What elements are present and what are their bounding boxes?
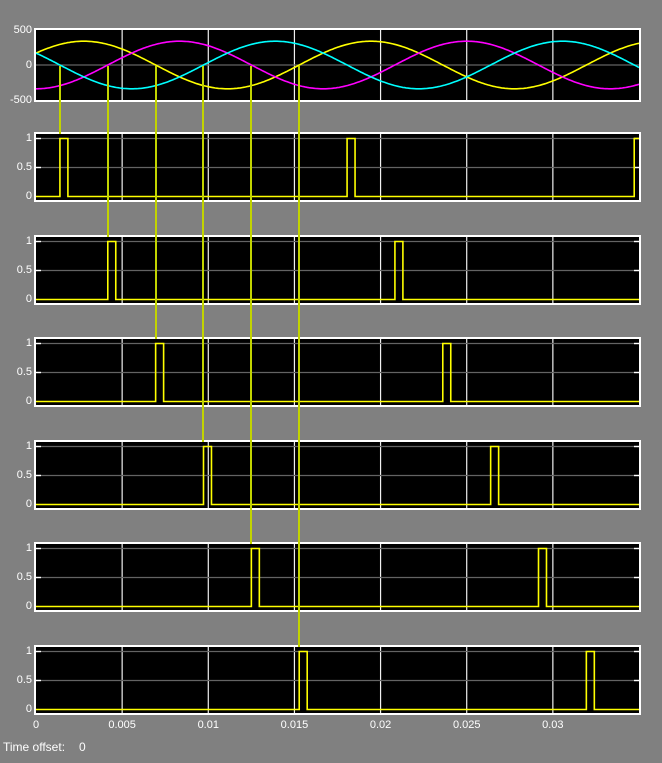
sync-connector-line bbox=[250, 66, 253, 544]
scope-window: Time offset: 0 500 0 -500 1 0.5 0 1 0.5 0 1 0.5 0 1 0.… bbox=[0, 0, 662, 763]
pulse3-waveform-canvas bbox=[36, 339, 639, 405]
xtick-label: 0.03 bbox=[542, 719, 564, 731]
ytick-label: 0.5 bbox=[16, 264, 32, 276]
ytick-label: 1 bbox=[25, 235, 32, 247]
scope-axes-pulse-2[interactable] bbox=[34, 235, 641, 305]
ytick-label: 0 bbox=[25, 498, 32, 510]
ytick-label: 0.5 bbox=[16, 571, 32, 583]
ytick-label: 500 bbox=[13, 23, 32, 36]
time-offset-label: Time offset: bbox=[3, 740, 66, 754]
time-offset-bar: Time offset: 0 bbox=[3, 740, 86, 754]
pulse2-waveform-canvas bbox=[36, 237, 639, 303]
scope-axes-pulse-6[interactable] bbox=[34, 645, 641, 715]
xtick-label: 0.01 bbox=[197, 719, 219, 731]
time-offset-value: 0 bbox=[79, 740, 86, 754]
ytick-label: 0.5 bbox=[16, 469, 32, 481]
ytick-label: 0 bbox=[25, 395, 32, 407]
pulse1-waveform-canvas bbox=[36, 134, 639, 200]
scope-axes-pulse-5[interactable] bbox=[34, 542, 641, 612]
scope-axes-pulse-1[interactable] bbox=[34, 132, 641, 202]
voltage-waveforms-canvas bbox=[36, 30, 639, 100]
xtick-label: 0.005 bbox=[108, 719, 136, 731]
ytick-label: 0 bbox=[25, 190, 32, 202]
sync-connector-line bbox=[298, 66, 301, 647]
ytick-label: 1 bbox=[25, 440, 32, 452]
ytick-label: -500 bbox=[9, 93, 32, 106]
ytick-label: 0 bbox=[25, 600, 32, 612]
sync-connector-line bbox=[202, 66, 205, 442]
xtick-label: 0.025 bbox=[452, 719, 481, 731]
scope-axes-voltages[interactable] bbox=[34, 28, 641, 102]
xtick-label: 0 bbox=[32, 719, 40, 731]
xtick-label: 0.015 bbox=[280, 719, 309, 731]
sync-connector-line bbox=[106, 66, 109, 237]
scope-axes-pulse-4[interactable] bbox=[34, 440, 641, 510]
sync-connector-line bbox=[154, 66, 157, 339]
pulse4-waveform-canvas bbox=[36, 442, 639, 508]
ytick-label: 1 bbox=[25, 337, 32, 349]
ytick-label: 0.5 bbox=[16, 161, 32, 173]
ytick-label: 1 bbox=[25, 542, 32, 554]
ytick-label: 0.5 bbox=[16, 674, 32, 686]
sync-connector-line bbox=[58, 66, 61, 134]
ytick-label: 0 bbox=[25, 293, 32, 305]
ytick-label: 1 bbox=[25, 132, 32, 144]
pulse6-waveform-canvas bbox=[36, 647, 639, 713]
ytick-label: 0.5 bbox=[16, 366, 32, 378]
ytick-label: 0 bbox=[25, 703, 32, 715]
pulse5-waveform-canvas bbox=[36, 544, 639, 610]
ytick-label: 0 bbox=[25, 58, 32, 71]
ytick-label: 1 bbox=[25, 645, 32, 657]
scope-axes-pulse-3[interactable] bbox=[34, 337, 641, 407]
xtick-label: 0.02 bbox=[369, 719, 392, 731]
